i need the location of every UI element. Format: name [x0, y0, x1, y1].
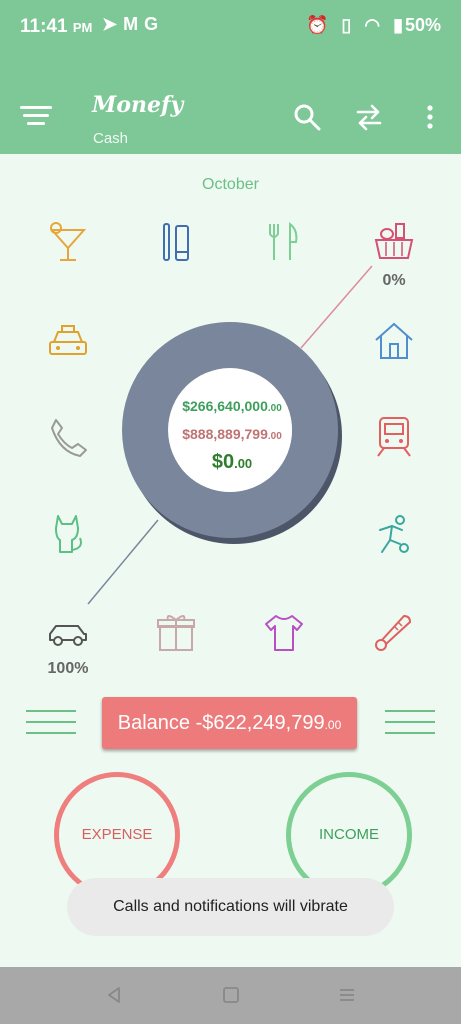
- telegram-icon: ➤: [102, 14, 124, 34]
- car-percent: 100%: [47, 660, 89, 677]
- system-nav-bar: [0, 967, 461, 1024]
- balance-label: Balance -$622,249,799: [117, 712, 325, 734]
- income-total: $266,640,000.00: [118, 398, 346, 414]
- google-icon: G: [144, 14, 165, 34]
- net-total-cents: .00: [234, 456, 253, 471]
- income-total-cents: .00: [267, 403, 282, 414]
- train-icon[interactable]: [372, 414, 416, 458]
- vibrate-icon: ▯: [341, 15, 352, 35]
- entertainment-cocktail-icon[interactable]: [46, 220, 90, 264]
- left-list-handle[interactable]: [26, 710, 76, 743]
- health-thermometer-icon[interactable]: [372, 610, 416, 654]
- status-bar: 11:41 PM ➤MG ⏰ ▯ ◠ ▮ 50%: [0, 0, 461, 56]
- net-total-value: $0: [211, 451, 235, 473]
- battery-percent: 50%: [404, 15, 441, 35]
- account-name[interactable]: Cash: [93, 130, 128, 147]
- search-icon[interactable]: [292, 102, 322, 132]
- month-label[interactable]: October: [0, 176, 461, 194]
- taxi-icon[interactable]: [46, 320, 90, 364]
- right-list-handle[interactable]: [385, 710, 435, 743]
- balance-button[interactable]: Balance -$622,249,799.00: [102, 697, 357, 749]
- vibrate-toast: Calls and notifications will vibrate: [67, 878, 394, 936]
- expense-total: $888,889,799.00: [118, 426, 346, 442]
- expense-total-cents: .00: [267, 431, 282, 442]
- notification-icons: ➤MG: [102, 14, 164, 35]
- system-icons: ⏰ ▯ ◠ ▮ 50%: [298, 15, 441, 36]
- gift-icon[interactable]: [154, 610, 198, 654]
- food-basket-icon[interactable]: [372, 220, 416, 264]
- menu-icon[interactable]: [20, 106, 52, 128]
- pets-cat-icon[interactable]: [46, 512, 90, 556]
- car-icon[interactable]: [46, 610, 90, 654]
- home-icon[interactable]: [221, 985, 241, 1005]
- expense-donut-chart[interactable]: $266,640,000.00 $888,889,799.00 $0.00: [118, 318, 346, 546]
- more-options-icon[interactable]: [415, 102, 445, 132]
- battery-icon: ▮: [393, 15, 403, 35]
- status-time: 11:41 PM: [20, 16, 92, 38]
- app-bar: Monefy Cash: [0, 56, 461, 154]
- wifi-icon: ◠: [364, 15, 381, 35]
- recents-icon[interactable]: [337, 985, 357, 1005]
- gmail-icon: M: [123, 14, 145, 34]
- balance-cents: .00: [324, 718, 342, 732]
- transfer-icon[interactable]: [354, 102, 384, 132]
- sports-icon[interactable]: [372, 512, 416, 556]
- net-total: $0.00: [118, 451, 346, 474]
- eating-out-icon[interactable]: [262, 220, 306, 264]
- clothes-shirt-icon[interactable]: [262, 610, 306, 654]
- toiletries-icon[interactable]: [154, 220, 198, 264]
- expense-total-value: $888,889,799: [182, 426, 268, 442]
- back-icon[interactable]: [104, 985, 124, 1005]
- status-time-value: 11:41: [20, 16, 68, 37]
- income-total-value: $266,640,000: [182, 398, 268, 414]
- phone-icon[interactable]: [46, 416, 90, 460]
- status-time-ampm: PM: [72, 20, 93, 35]
- food-percent: 0%: [382, 272, 406, 289]
- house-icon[interactable]: [372, 318, 416, 362]
- alarm-icon: ⏰: [305, 15, 329, 35]
- app-title: Monefy: [92, 92, 184, 118]
